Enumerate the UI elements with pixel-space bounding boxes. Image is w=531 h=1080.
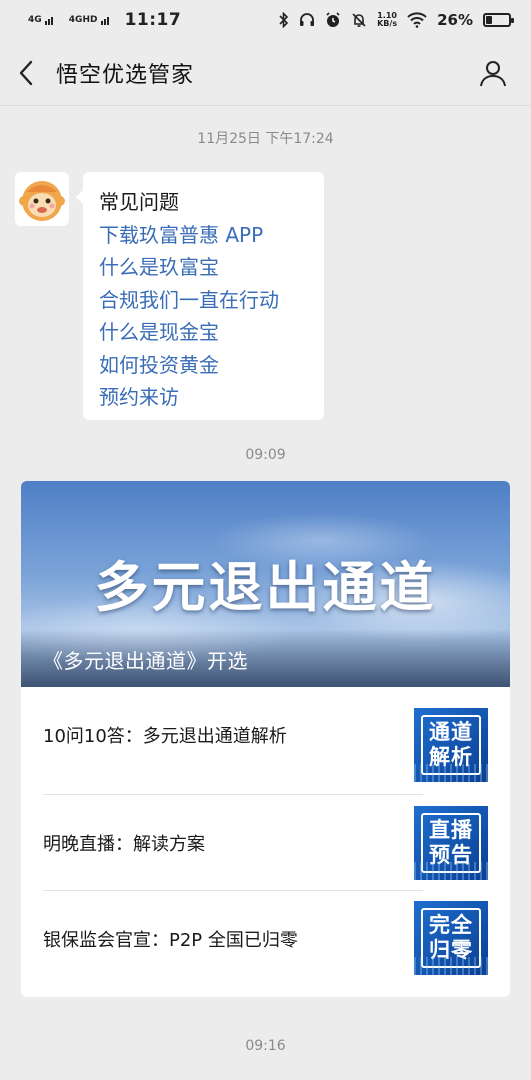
signal-icon	[100, 17, 109, 25]
signal-icon	[44, 17, 53, 25]
faq-link-download-app[interactable]: 下载玖富普惠 APP	[99, 219, 308, 252]
chevron-left-icon	[19, 60, 33, 85]
message-timestamp: 09:09	[245, 447, 286, 463]
article-title: 10问10答：多元退出通道解析	[43, 726, 287, 747]
article-item[interactable]: 10问10答：多元退出通道解析 通道 解析	[21, 687, 510, 783]
battery-icon	[483, 13, 514, 27]
article-item[interactable]: 银保监会官宣：P2P 全国已归零 完全 归零	[21, 891, 510, 987]
thumb-text: 直播	[429, 818, 473, 842]
wifi-icon	[407, 12, 427, 28]
alarm-icon	[326, 12, 340, 27]
network-label-1: 4G	[28, 15, 42, 25]
signal-indicator-1: 4G	[28, 15, 59, 25]
article-thumbnail: 通道 解析	[414, 708, 488, 782]
mute-icon	[352, 13, 366, 27]
message-timestamp: 11月25日 下午17:24	[197, 131, 334, 147]
speed-unit: KB/s	[377, 19, 398, 28]
cover-caption: 《多元退出通道》开选	[21, 629, 510, 687]
article-thumbnail: 完全 归零	[414, 901, 488, 975]
thumb-text: 完全	[429, 913, 473, 937]
article-title: 银保监会官宣：P2P 全国已归零	[43, 930, 298, 951]
official-account-avatar[interactable]	[15, 172, 69, 226]
person-icon	[480, 60, 506, 86]
faq-link-compliance[interactable]: 合规我们一直在行动	[99, 284, 308, 317]
faq-link-xianjinbao[interactable]: 什么是现金宝	[99, 316, 308, 349]
thumb-text: 解析	[429, 745, 473, 769]
thumb-text: 预告	[429, 843, 473, 867]
article-cover[interactable]: 多元退出通道 《多元退出通道》开选	[21, 481, 510, 687]
chat-header: 悟空优选管家	[0, 40, 531, 106]
battery-percent: 26%	[437, 11, 473, 29]
faq-link-appointment[interactable]: 预约来访	[99, 381, 308, 414]
faq-link-gold-investment[interactable]: 如何投资黄金	[99, 349, 308, 382]
thumb-text: 归零	[429, 938, 473, 962]
chat-title: 悟空优选管家	[56, 62, 195, 88]
signal-indicator-2: 4GHD	[69, 15, 115, 25]
article-thumbnail: 直播 预告	[414, 806, 488, 880]
faq-title: 常见问题	[99, 190, 179, 214]
bluetooth-icon	[279, 12, 289, 28]
thumb-text: 通道	[429, 720, 473, 744]
faq-message-bubble: 常见问题 下载玖富普惠 APP 什么是玖富宝 合规我们一直在行动 什么是现金宝 …	[76, 172, 324, 420]
status-bar: 4G 4GHD 11:17 1.10 KB/s 26%	[0, 0, 531, 40]
article-title: 明晚直播：解读方案	[43, 834, 205, 855]
article-card: 多元退出通道 《多元退出通道》开选 10问10答：多元退出通道解析 通道 解析 …	[21, 481, 510, 997]
monkey-avatar-icon	[15, 172, 69, 226]
headphones-icon	[300, 13, 315, 26]
profile-button[interactable]	[473, 53, 513, 93]
clock: 11:17	[124, 10, 182, 30]
network-label-2: 4GHD	[68, 15, 98, 25]
faq-link-jiufubao[interactable]: 什么是玖富宝	[99, 251, 308, 284]
cover-headline: 多元退出通道	[94, 555, 437, 619]
back-button[interactable]	[18, 53, 48, 93]
message-timestamp: 09:16	[245, 1038, 286, 1054]
article-item[interactable]: 明晚直播：解读方案 直播 预告	[21, 795, 510, 891]
network-speed: 1.10 KB/s	[377, 12, 397, 28]
battery-fill	[486, 16, 492, 24]
